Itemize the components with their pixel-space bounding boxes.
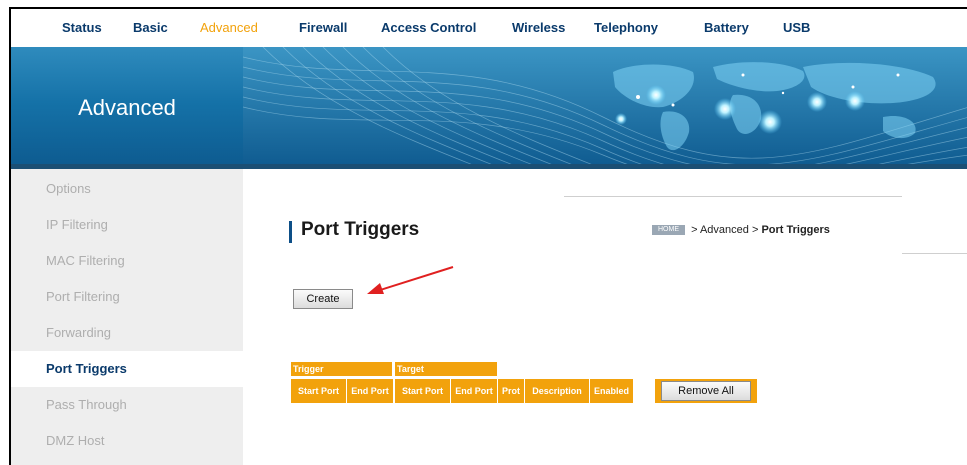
table-column-header: End Port: [347, 379, 393, 403]
sidebar-item-port-filtering[interactable]: Port Filtering: [11, 279, 243, 315]
breadcrumb-separator: >: [691, 224, 698, 236]
nav-telephony[interactable]: Telephony: [594, 20, 658, 35]
header-banner: Advanced: [11, 47, 967, 169]
nav-firewall[interactable]: Firewall: [299, 20, 347, 35]
remove-all-button[interactable]: Remove All: [661, 381, 751, 401]
breadcrumb-divider: [902, 253, 967, 254]
table-group-header-trigger: Trigger: [291, 362, 392, 376]
table-column-header: End Port: [451, 379, 497, 403]
sidebar-item-mac-filtering[interactable]: MAC Filtering: [11, 243, 243, 279]
title-accent-bar: [289, 221, 292, 243]
table-column-header: Start Port: [395, 379, 450, 403]
table-column-header: Enabled: [590, 379, 633, 403]
sidebar-item-options[interactable]: Options: [11, 171, 243, 207]
sidebar-item-dmz-host[interactable]: DMZ Host: [11, 423, 243, 459]
create-button[interactable]: Create: [293, 289, 353, 309]
table-column-header: Description: [525, 379, 589, 403]
breadcrumb-separator: >: [751, 224, 759, 236]
sidebar-item-port-triggers[interactable]: Port Triggers: [11, 351, 243, 387]
table-column-header: Prot: [498, 379, 524, 403]
nav-wireless[interactable]: Wireless: [512, 20, 565, 35]
world-map-graphic: [242, 47, 967, 169]
main-content: Port Triggers HOME > Advanced > Port Tri…: [243, 169, 967, 465]
sidebar-item-pass-through[interactable]: Pass Through: [11, 387, 243, 423]
breadcrumb-current: Port Triggers: [761, 224, 830, 236]
nav-basic[interactable]: Basic: [133, 20, 168, 35]
table-column-header: Start Port: [291, 379, 346, 403]
top-divider: [564, 196, 902, 197]
breadcrumb-advanced[interactable]: Advanced: [700, 224, 749, 236]
nav-battery[interactable]: Battery: [704, 20, 749, 35]
nav-usb[interactable]: USB: [783, 20, 810, 35]
red-arrow-annotation: [367, 266, 454, 294]
router-admin-window: Status Basic Advanced Firewall Access Co…: [9, 7, 967, 465]
breadcrumb: HOME > Advanced > Port Triggers: [652, 224, 830, 236]
remove-all-cell: Remove All: [655, 379, 757, 403]
nav-advanced[interactable]: Advanced: [200, 20, 258, 35]
sidebar-item-ip-filtering[interactable]: IP Filtering: [11, 207, 243, 243]
nav-access-control[interactable]: Access Control: [381, 20, 476, 35]
top-navigation: Status Basic Advanced Firewall Access Co…: [11, 9, 967, 47]
sidebar-item-forwarding[interactable]: Forwarding: [11, 315, 243, 351]
nav-status[interactable]: Status: [62, 20, 102, 35]
page-title: Port Triggers: [301, 219, 420, 240]
sidebar: Options IP Filtering MAC Filtering Port …: [11, 169, 243, 465]
banner-section-title: Advanced: [78, 95, 176, 120]
table-group-header-target: Target: [395, 362, 497, 376]
home-icon[interactable]: HOME: [652, 225, 685, 236]
banner-section-panel: Advanced: [11, 47, 243, 169]
